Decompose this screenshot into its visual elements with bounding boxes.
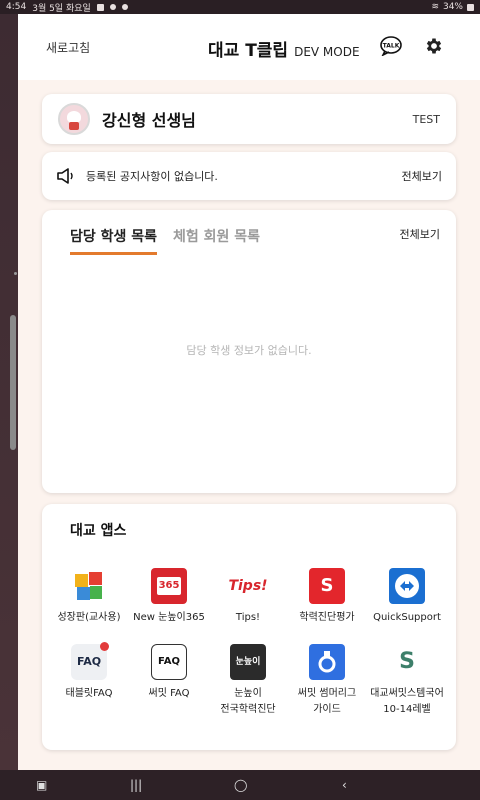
app-academic-diagnosis[interactable]: S 학력진단평가: [288, 568, 366, 626]
app-quicksupport[interactable]: QuickSupport: [368, 568, 446, 626]
summer-league-icon: [309, 644, 345, 680]
battery-icon: [467, 3, 474, 11]
avatar: [58, 103, 90, 135]
status-bar: 4:54 3월 5일 화요일 ≋ 34%: [0, 0, 480, 14]
app-label-line1: 대교써밋스템국어: [370, 688, 444, 699]
app-label: Tips!: [235, 612, 261, 623]
profile-card: 강신형 선생님 TEST: [42, 94, 456, 144]
summit-faq-icon: FAQ: [151, 644, 187, 680]
tips-icon-text: Tips!: [228, 578, 268, 594]
status-time: 4:54: [6, 2, 27, 12]
wifi-icon: ≋: [431, 2, 439, 12]
notification-icon: [109, 4, 116, 10]
summit-icon: S: [309, 568, 345, 604]
app-nunnopi-diagnosis[interactable]: 눈높이 눈높이 전국학력진단: [209, 644, 287, 718]
navigation-bar: ▣ ||| ◯ ‹: [0, 770, 480, 800]
gear-icon[interactable]: [424, 36, 444, 56]
app-new-nunnopi365[interactable]: 365 New 눈높이365: [130, 568, 208, 626]
summit-icon-text: S: [320, 575, 334, 596]
notice-text: 등록된 공지사항이 없습니다.: [86, 170, 218, 183]
app-label: QuickSupport: [373, 612, 441, 623]
screenshot-icon[interactable]: ▣: [36, 778, 47, 792]
stem-icon-text: S: [399, 649, 415, 674]
teacher-name: 강신형 선생님: [102, 111, 196, 130]
empty-students-message: 담당 학생 정보가 없습니다.: [186, 344, 312, 357]
365-icon: 365: [151, 568, 187, 604]
talk-icon[interactable]: TALK: [380, 36, 402, 56]
notice-view-all-link[interactable]: 전체보기: [402, 168, 442, 184]
summit-faq-icon-text: FAQ: [158, 656, 180, 667]
edge-dot: [14, 272, 17, 275]
app-label: New 눈높이365: [133, 612, 205, 623]
app-window: 새로고침 대교 T클립 DEV MODE TALK 강신형 선생님 TEST 등…: [18, 14, 480, 770]
settings-small-icon: [121, 4, 128, 10]
app-stem-korean[interactable]: S 대교써밋스템국어 10-14레벨: [368, 644, 446, 718]
app-growth-board[interactable]: 성장판(교사용): [50, 568, 128, 626]
back-icon[interactable]: ‹: [342, 778, 347, 792]
puzzle-icon: [71, 568, 107, 604]
battery-level: 34%: [442, 2, 463, 12]
tab-assigned-students[interactable]: 담당 학생 목록: [70, 226, 158, 255]
app-label: 학력진단평가: [299, 612, 355, 623]
nunnopi-diagnosis-icon: 눈높이: [230, 644, 266, 680]
app-label: 성장판(교사용): [57, 612, 121, 623]
apps-card: 대교 앱스 성장판(교사용) 365 New 눈높이365 Tips! Tips…: [42, 504, 456, 750]
app-label: 써밋 FAQ: [148, 688, 190, 699]
edge-panel-handle[interactable]: [10, 315, 16, 450]
students-view-all-link[interactable]: 전체보기: [400, 226, 440, 242]
brand-title: 대교 T클립: [208, 41, 289, 61]
app-label-line1: 눈높이: [234, 688, 262, 699]
tablet-faq-icon: FAQ: [71, 642, 109, 680]
brand: 대교 T클립 DEV MODE: [208, 36, 360, 61]
nunnopi-icon-text: 눈높이: [235, 657, 261, 667]
stem-korean-icon: S: [389, 644, 425, 680]
apps-title: 대교 앱스: [70, 523, 127, 539]
app-summer-league-guide[interactable]: 써밋 썸머리그 가이드: [288, 644, 366, 718]
student-tabs: 담당 학생 목록 체험 회원 목록: [70, 226, 260, 255]
365-icon-text: 365: [156, 577, 182, 595]
app-summit-faq[interactable]: FAQ 써밋 FAQ: [130, 644, 208, 702]
app-label-line2: 전국학력진단: [220, 704, 276, 715]
talk-icon-text: TALK: [383, 43, 400, 50]
test-badge: TEST: [412, 112, 440, 126]
app-label-line1: 써밋 썸머리그: [297, 688, 357, 699]
top-bar: 새로고침 대교 T클립 DEV MODE TALK: [18, 14, 480, 80]
recent-apps-icon[interactable]: |||: [130, 778, 142, 792]
app-tablet-faq[interactable]: FAQ 태블릿FAQ: [50, 642, 128, 702]
tablet-faq-icon-text: FAQ: [76, 655, 102, 668]
badge-dot: [100, 642, 109, 651]
students-card: 담당 학생 목록 체험 회원 목록 전체보기 담당 학생 정보가 없습니다.: [42, 210, 456, 493]
notice-card[interactable]: 등록된 공지사항이 없습니다. 전체보기: [42, 152, 456, 200]
megaphone-icon: [57, 168, 73, 184]
refresh-button[interactable]: 새로고침: [46, 39, 90, 56]
app-label-line2: 10-14레벨: [383, 704, 431, 715]
tips-icon: Tips!: [227, 568, 269, 604]
status-date: 3월 5일 화요일: [32, 3, 91, 14]
quicksupport-icon: [389, 568, 425, 604]
tab-trial-members[interactable]: 체험 회원 목록: [173, 226, 260, 255]
home-icon[interactable]: ◯: [234, 778, 247, 792]
dev-mode-label: DEV MODE: [294, 45, 360, 59]
gallery-icon: [96, 3, 104, 11]
app-label-line2: 가이드: [313, 704, 341, 715]
app-label: 태블릿FAQ: [65, 688, 113, 699]
app-tips[interactable]: Tips! Tips!: [209, 568, 287, 626]
